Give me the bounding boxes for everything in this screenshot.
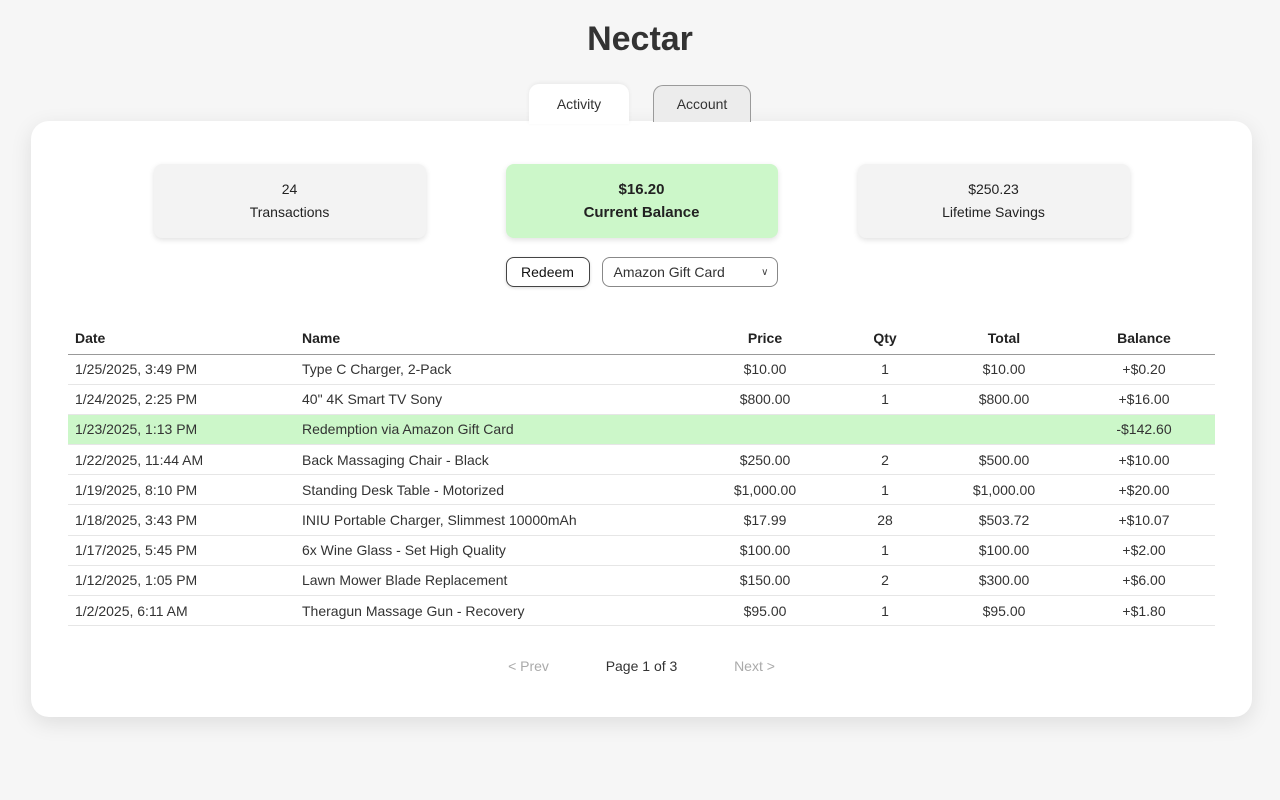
table-row: 1/19/2025, 8:10 PM Standing Desk Table -… <box>68 474 1215 506</box>
cell-balance: +$0.20 <box>1073 354 1215 385</box>
cell-name: Standing Desk Table - Motorized <box>295 474 695 506</box>
table-row: 1/24/2025, 2:25 PM 40" 4K Smart TV Sony … <box>68 384 1215 415</box>
cell-price: $250.00 <box>695 444 835 476</box>
cell-total: $503.72 <box>935 504 1073 536</box>
cell-qty: 28 <box>835 504 935 536</box>
cell-name: Type C Charger, 2-Pack <box>295 354 695 385</box>
cell-date: 1/19/2025, 8:10 PM <box>68 474 295 506</box>
table-row: 1/25/2025, 3:49 PM Type C Charger, 2-Pac… <box>68 354 1215 385</box>
cell-qty: 1 <box>835 535 935 566</box>
cell-total: $1,000.00 <box>935 474 1073 506</box>
savings-label: Lifetime Savings <box>942 204 1045 220</box>
cell-qty <box>835 414 935 446</box>
column-header-total: Total <box>935 323 1073 355</box>
cell-price: $10.00 <box>695 354 835 385</box>
cell-total: $10.00 <box>935 354 1073 385</box>
cell-price: $100.00 <box>695 535 835 566</box>
cell-name: INIU Portable Charger, Slimmest 10000mAh <box>295 504 695 536</box>
cell-name: Theragun Massage Gun - Recovery <box>295 595 695 627</box>
table-header-row: Date Name Price Qty Total Balance <box>68 323 1215 355</box>
reward-select[interactable]: Amazon Gift Card ∨ <box>601 257 778 287</box>
cell-qty: 1 <box>835 384 935 415</box>
tab-account[interactable]: Account <box>653 85 751 122</box>
table-row: 1/17/2025, 5:45 PM 6x Wine Glass - Set H… <box>68 535 1215 566</box>
column-header-date: Date <box>68 323 295 355</box>
cell-price: $150.00 <box>695 565 835 597</box>
cell-price: $1,000.00 <box>695 474 835 506</box>
savings-value: $250.23 <box>968 181 1019 197</box>
tab-activity[interactable]: Activity <box>529 84 629 124</box>
balance-stat: $16.20 Current Balance <box>505 164 778 238</box>
cell-qty: 1 <box>835 474 935 506</box>
cell-price: $800.00 <box>695 384 835 415</box>
cell-date: 1/17/2025, 5:45 PM <box>68 535 295 566</box>
cell-qty: 2 <box>835 444 935 476</box>
next-page-button[interactable]: Next > <box>695 658 815 674</box>
cell-total: $300.00 <box>935 565 1073 597</box>
cell-name: Redemption via Amazon Gift Card <box>295 414 695 446</box>
redeem-button[interactable]: Redeem <box>505 257 590 287</box>
transactions-label: Transactions <box>249 204 330 220</box>
cell-qty: 2 <box>835 565 935 597</box>
reward-select-value: Amazon Gift Card <box>613 264 725 280</box>
cell-balance: +$10.07 <box>1073 504 1215 536</box>
transactions-count: 24 <box>281 181 298 197</box>
column-header-qty: Qty <box>835 323 935 355</box>
cell-balance: +$6.00 <box>1073 565 1215 597</box>
table-row: 1/22/2025, 11:44 AM Back Massaging Chair… <box>68 444 1215 476</box>
cell-total: $800.00 <box>935 384 1073 415</box>
cell-total: $500.00 <box>935 444 1073 476</box>
cell-date: 1/23/2025, 1:13 PM <box>68 414 295 446</box>
cell-name: 40" 4K Smart TV Sony <box>295 384 695 415</box>
balance-label: Current Balance <box>583 204 700 221</box>
cell-date: 1/22/2025, 11:44 AM <box>68 444 295 476</box>
cell-name: Lawn Mower Blade Replacement <box>295 565 695 597</box>
cell-total: $95.00 <box>935 595 1073 627</box>
prev-page-button[interactable]: < Prev <box>469 658 589 674</box>
table-row: 1/2/2025, 6:11 AM Theragun Massage Gun -… <box>68 595 1215 627</box>
balance-value: $16.20 <box>618 181 665 198</box>
cell-date: 1/18/2025, 3:43 PM <box>68 504 295 536</box>
app-title: Nectar <box>587 20 693 58</box>
cell-qty: 1 <box>835 595 935 627</box>
column-header-price: Price <box>695 323 835 355</box>
page-indicator: Page 1 of 3 <box>605 658 678 674</box>
cell-qty: 1 <box>835 354 935 385</box>
cell-balance: +$1.80 <box>1073 595 1215 627</box>
pagination: < Prev Page 1 of 3 Next > <box>31 658 1252 674</box>
column-header-name: Name <box>295 323 695 355</box>
cell-date: 1/12/2025, 1:05 PM <box>68 565 295 597</box>
redeem-controls: Redeem Amazon Gift Card ∨ <box>31 257 1252 287</box>
table-row: 1/12/2025, 1:05 PM Lawn Mower Blade Repl… <box>68 565 1215 597</box>
transactions-stat: 24 Transactions <box>153 164 426 238</box>
table-row: 1/18/2025, 3:43 PM INIU Portable Charger… <box>68 504 1215 536</box>
cell-date: 1/25/2025, 3:49 PM <box>68 354 295 385</box>
cell-balance: +$16.00 <box>1073 384 1215 415</box>
cell-total <box>935 414 1073 446</box>
cell-total: $100.00 <box>935 535 1073 566</box>
savings-stat: $250.23 Lifetime Savings <box>857 164 1130 238</box>
table-row-redemption: 1/23/2025, 1:13 PM Redemption via Amazon… <box>68 414 1215 446</box>
cell-balance: +$2.00 <box>1073 535 1215 566</box>
chevron-down-icon: ∨ <box>761 266 769 278</box>
cell-balance: -$142.60 <box>1073 414 1215 446</box>
transactions-table: Date Name Price Qty Total Balance 1/25/2… <box>68 323 1215 627</box>
cell-balance: +$10.00 <box>1073 444 1215 476</box>
cell-date: 1/2/2025, 6:11 AM <box>68 595 295 627</box>
cell-price: $95.00 <box>695 595 835 627</box>
cell-balance: +$20.00 <box>1073 474 1215 506</box>
activity-panel: 24 Transactions $16.20 Current Balance $… <box>31 121 1252 717</box>
column-header-balance: Balance <box>1073 323 1215 355</box>
cell-price: $17.99 <box>695 504 835 536</box>
cell-name: Back Massaging Chair - Black <box>295 444 695 476</box>
stats-row: 24 Transactions $16.20 Current Balance $… <box>31 164 1252 238</box>
tab-bar: Activity Account <box>0 84 1280 124</box>
cell-price <box>695 414 835 446</box>
cell-date: 1/24/2025, 2:25 PM <box>68 384 295 415</box>
cell-name: 6x Wine Glass - Set High Quality <box>295 535 695 566</box>
